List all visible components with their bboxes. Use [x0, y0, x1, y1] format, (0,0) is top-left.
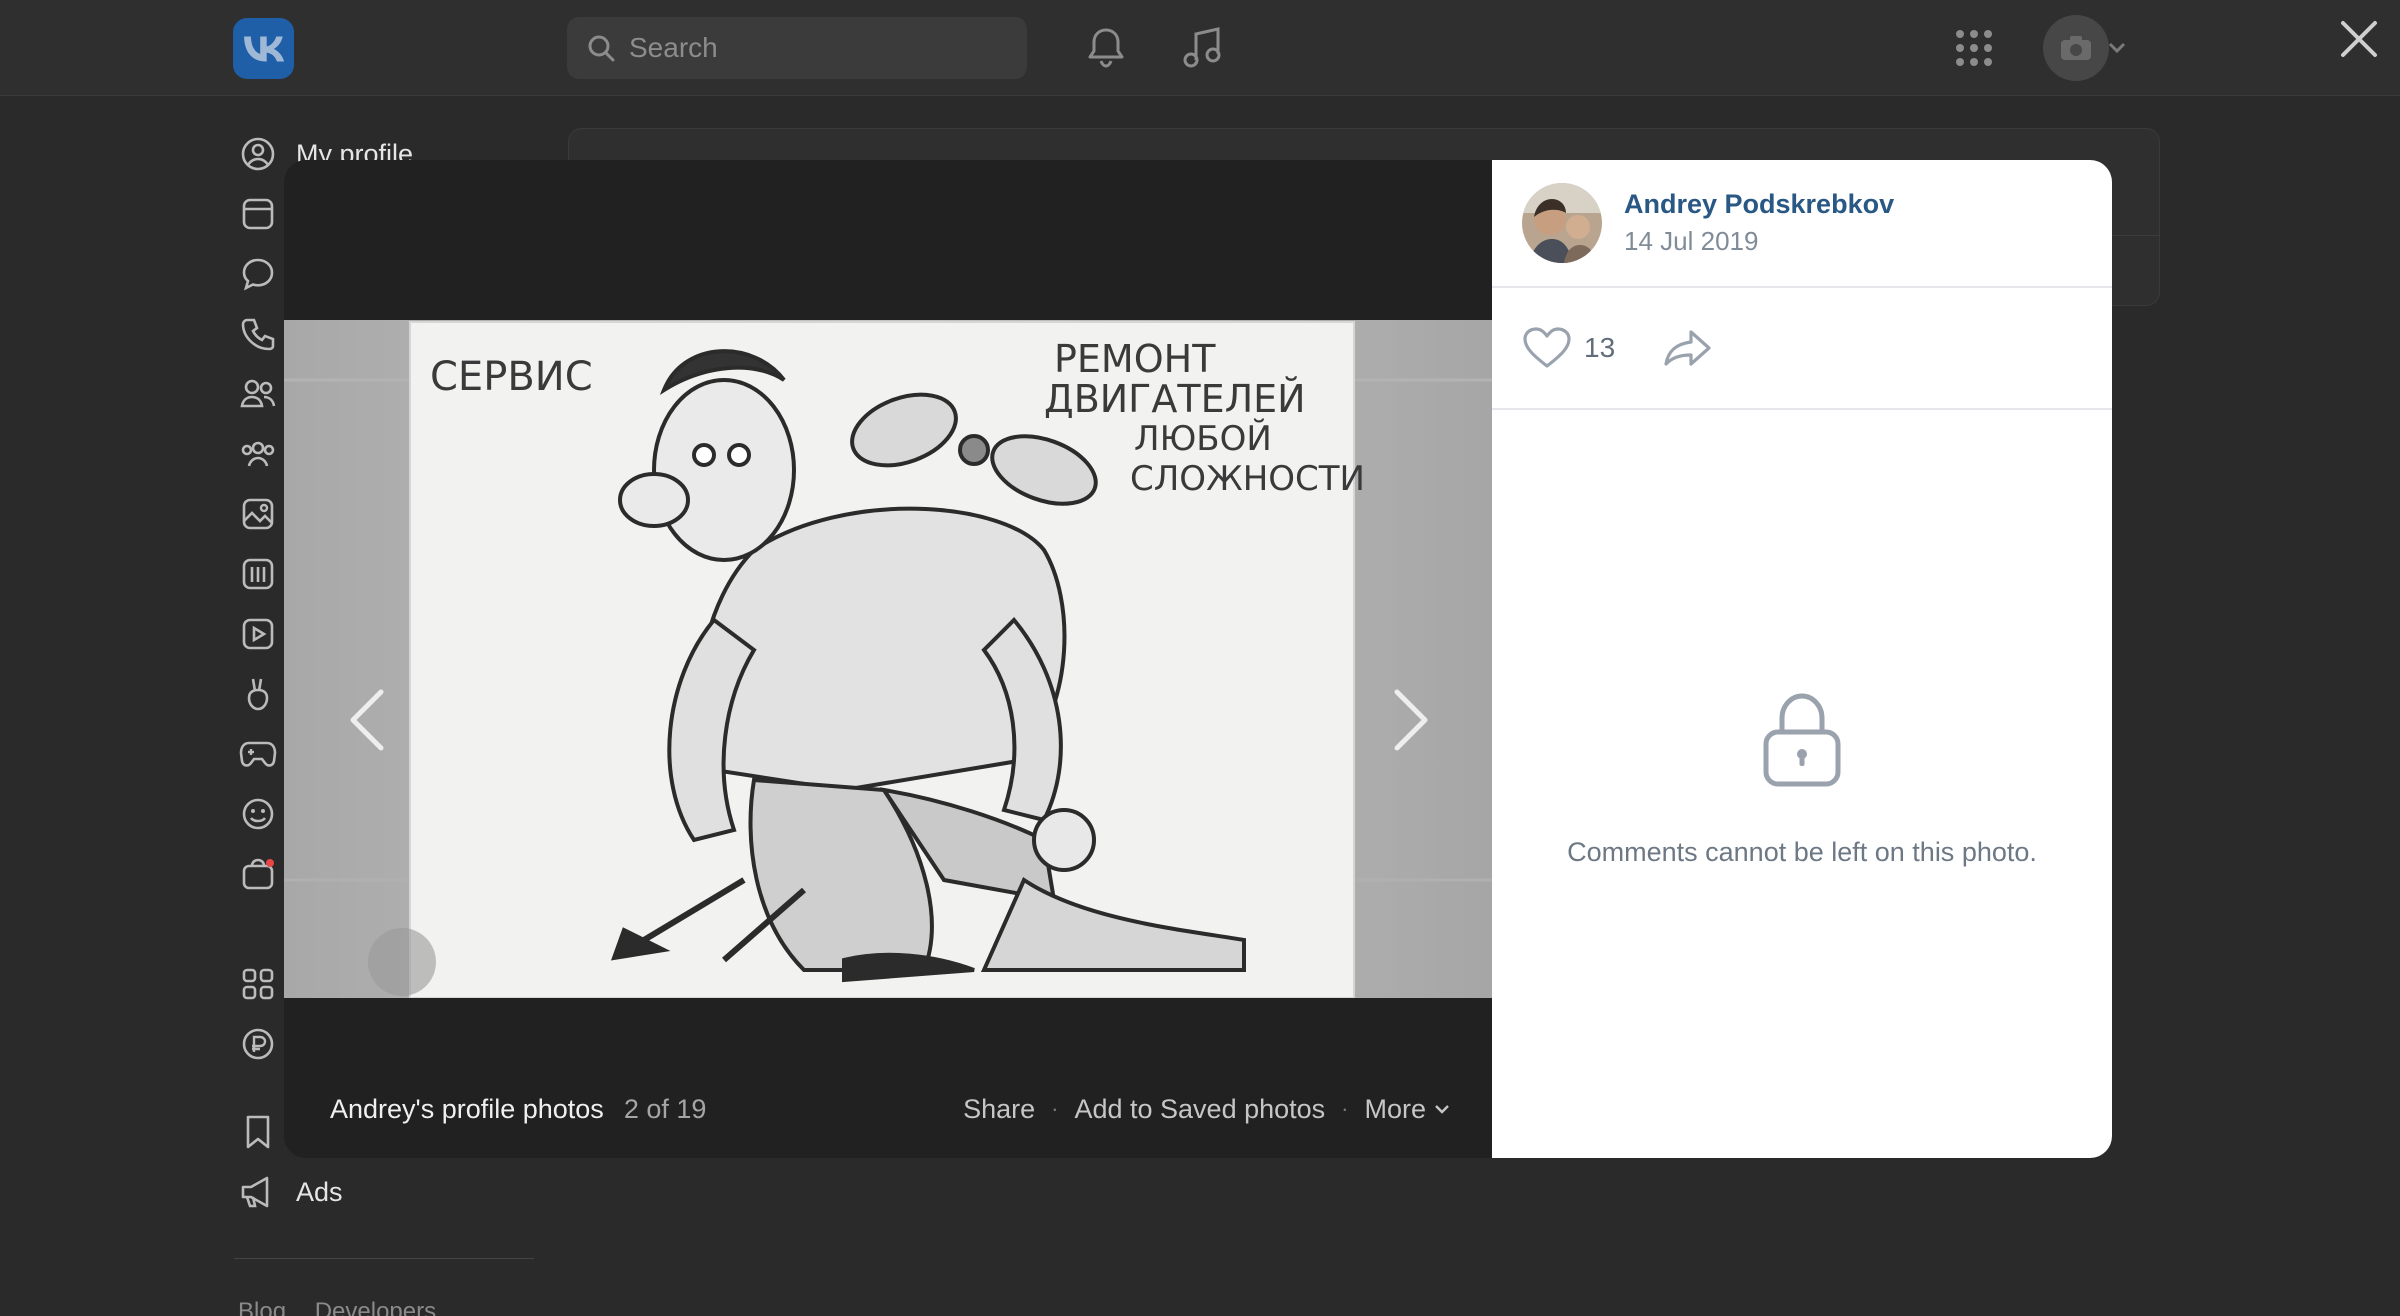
like-count: 13	[1584, 332, 1616, 363]
comments-locked-text: Comments cannot be left on this photo.	[1567, 837, 2037, 867]
video-icon	[234, 610, 282, 658]
next-photo-button[interactable]	[1376, 675, 1446, 765]
separator-dot: ·	[1341, 1096, 1349, 1121]
author-avatar[interactable]	[1522, 183, 1602, 263]
add-to-saved-link[interactable]: Add to Saved photos	[1074, 1094, 1325, 1125]
megaphone-icon	[234, 1168, 282, 1216]
stickers-icon	[234, 790, 282, 838]
messenger-icon	[234, 250, 282, 298]
photo-date: 14 Jul 2019	[1624, 226, 1759, 256]
music-player-icon[interactable]	[1174, 20, 1230, 76]
author-name-link[interactable]: Andrey Podskrebkov	[1624, 189, 1894, 220]
photo-pane: СЕРВИС РЕМОНТ ДВИГАТЕЛЕЙ ЛЮБОЙ СЛОЖНОСТИ	[284, 160, 1492, 1158]
vk-logo[interactable]	[233, 18, 294, 79]
footer-links: Blog Developers	[238, 1298, 458, 1316]
poster-text-service: СЕРВИС	[430, 354, 593, 400]
heart-icon	[1523, 327, 1571, 368]
music-icon	[234, 550, 282, 598]
separator-dot: ·	[1051, 1096, 1059, 1121]
author-photo-image	[1522, 183, 1602, 263]
chevron-left-icon	[350, 689, 384, 751]
comments-locked-notice: Comments cannot be left on this photo.	[1492, 690, 2112, 868]
photo-viewer-modal: СЕРВИС РЕМОНТ ДВИГАТЕЛЕЙ ЛЮБОЙ СЛОЖНОСТИ	[284, 160, 2112, 1158]
communities-icon	[234, 430, 282, 478]
author-header: Andrey Podskrebkov 14 Jul 2019	[1492, 160, 2112, 288]
poster-text-line2: ДВИГАТЕЛЕЙ	[1044, 377, 1306, 421]
market-icon	[234, 850, 282, 898]
engine-repair-cartoon-image: СЕРВИС РЕМОНТ ДВИГАТЕЛЕЙ ЛЮБОЙ СЛОЖНОСТИ	[284, 320, 1492, 998]
photo-actions: Share · Add to Saved photos · More	[963, 1060, 1450, 1158]
sidebar-item-ads[interactable]: Ads	[234, 1164, 564, 1220]
services-icon	[234, 960, 282, 1008]
news-icon	[234, 190, 282, 238]
share-button[interactable]	[1663, 328, 1713, 368]
vk-pay-icon	[234, 1020, 282, 1068]
search-input[interactable]	[629, 32, 1009, 64]
photos-icon	[234, 490, 282, 538]
poster-text-line3: ЛЮБОЙ	[1134, 418, 1272, 459]
previous-photo-button[interactable]	[332, 675, 402, 765]
sidebar-divider	[234, 1258, 534, 1259]
friends-icon	[234, 370, 282, 418]
close-icon	[2341, 21, 2377, 57]
footer-link-blog[interactable]: Blog	[238, 1298, 286, 1316]
more-label: More	[1364, 1093, 1426, 1124]
reactions-bar: 13	[1492, 288, 2112, 410]
chevron-down-icon[interactable]	[2102, 20, 2132, 76]
album-title-link[interactable]: Andrey's profile photos	[330, 1094, 604, 1125]
share-link[interactable]: Share	[963, 1094, 1035, 1125]
vk-logo-icon	[243, 36, 284, 61]
profile-menu-avatar[interactable]	[2043, 15, 2109, 81]
lock-icon	[1763, 693, 1841, 787]
cartoon-photo[interactable]: СЕРВИС РЕМОНТ ДВИГАТЕЛЕЙ ЛЮБОЙ СЛОЖНОСТИ	[284, 320, 1492, 998]
chevron-down-icon	[1435, 1105, 1449, 1114]
games-icon	[234, 730, 282, 778]
top-navigation-bar	[0, 0, 2400, 96]
clips-icon	[234, 670, 282, 718]
photo-footer-bar: Andrey's profile photos 2 of 19 Share · …	[284, 1060, 1492, 1158]
sidebar-item-label: Ads	[296, 1176, 343, 1207]
photo-info-panel: Andrey Podskrebkov 14 Jul 2019 13 Commen…	[1492, 160, 2112, 1158]
chevron-right-icon	[1394, 689, 1428, 751]
camera-icon	[2061, 36, 2091, 60]
search-icon	[588, 35, 615, 62]
calls-icon	[234, 310, 282, 358]
close-viewer-button[interactable]	[2334, 14, 2384, 64]
user-icon	[234, 130, 282, 178]
like-button[interactable]: 13	[1522, 326, 1615, 370]
footer-link-developers[interactable]: Developers	[315, 1298, 436, 1316]
poster-text-line4: СЛОЖНОСТИ	[1130, 459, 1365, 499]
share-arrow-icon	[1664, 330, 1711, 366]
notifications-bell-icon[interactable]	[1078, 20, 1134, 76]
more-menu-button[interactable]: More	[1364, 1094, 1450, 1125]
poster-text-line1: РЕМОНТ	[1054, 337, 1216, 381]
bookmarks-icon	[234, 1108, 282, 1156]
photo-counter: 2 of 19	[623, 1093, 707, 1124]
apps-grid-icon[interactable]	[1946, 20, 2002, 76]
search-bar[interactable]	[567, 17, 1027, 79]
